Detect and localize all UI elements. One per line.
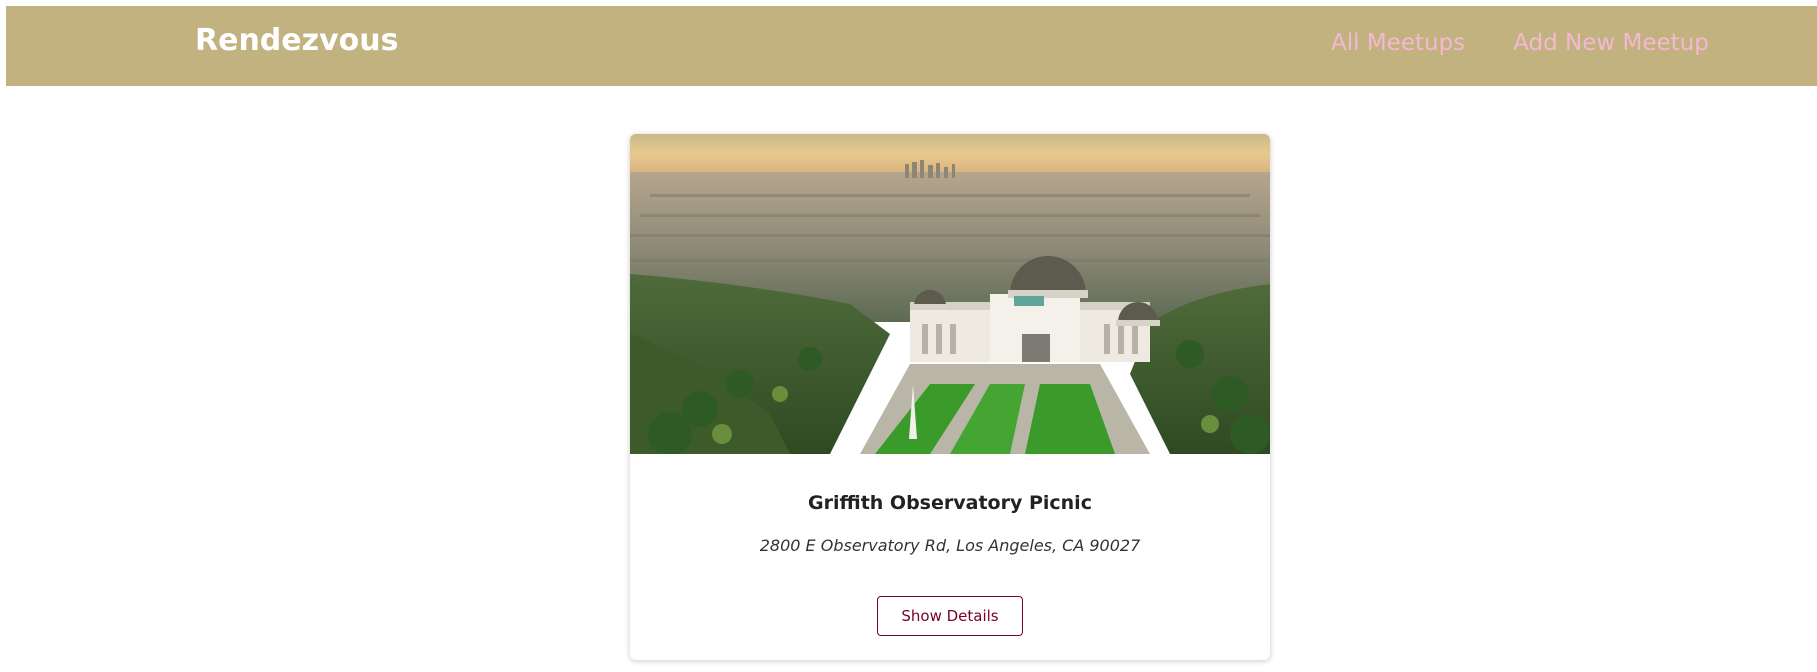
nav-link-all-meetups[interactable]: All Meetups: [1331, 32, 1465, 55]
nav-link-add-new-meetup[interactable]: Add New Meetup: [1513, 32, 1709, 55]
main-header: Rendezvous All Meetups Add New Meetup: [6, 6, 1817, 86]
show-details-button[interactable]: Show Details: [877, 596, 1023, 636]
main-nav: All Meetups Add New Meetup: [1331, 32, 1709, 55]
meetup-title: Griffith Observatory Picnic: [808, 492, 1092, 514]
meetup-card: Griffith Observatory Picnic 2800 E Obser…: [630, 134, 1270, 660]
meetup-address: 2800 E Observatory Rd, Los Angeles, CA 9…: [759, 536, 1141, 555]
meetup-image: [630, 134, 1270, 454]
site-logo[interactable]: Rendezvous: [195, 26, 398, 56]
